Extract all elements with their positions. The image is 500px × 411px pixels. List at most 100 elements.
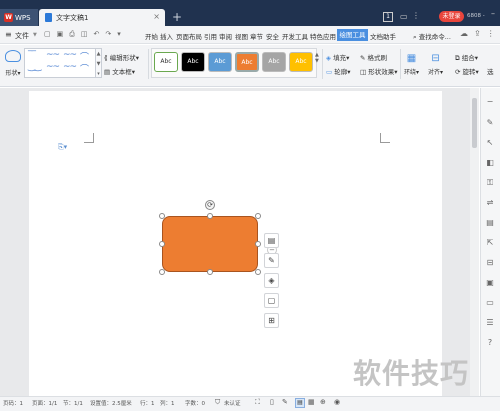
shape-style-6[interactable]: Abc xyxy=(289,52,313,72)
page-view-icon[interactable]: ▯ xyxy=(270,398,274,406)
share-icon[interactable]: ⇪ xyxy=(474,29,481,38)
shape-gallery[interactable]: ‾‾ ~~ ~~ ⌒ ‿‿ ~~ ~~ ⌒ xyxy=(24,48,96,78)
page-count-badge[interactable]: 1 xyxy=(383,12,393,22)
print-preview-icon[interactable]: ◫ xyxy=(81,30,88,39)
gallery-scroll[interactable]: ▲ ▼ ▾ xyxy=(96,48,102,78)
menu-more-icon[interactable]: ⋮ xyxy=(412,11,420,20)
sidebar-expand-icon[interactable]: − xyxy=(485,97,495,107)
fill-button[interactable]: ◈ 填充▾ xyxy=(326,52,349,62)
resize-handle-s[interactable] xyxy=(207,269,213,275)
status-page-count[interactable]: 页面：1/1 xyxy=(32,399,57,407)
shape-style-5[interactable]: Abc xyxy=(262,52,286,72)
sidebar-pen-icon[interactable]: ✎ xyxy=(485,118,495,128)
align-button[interactable]: ⊟ 对齐▾ xyxy=(428,53,443,76)
fullscreen-icon[interactable]: ⛶ xyxy=(255,398,260,407)
new-doc-icon[interactable]: ▢ xyxy=(44,30,51,39)
search-command[interactable]: ⌕ 查找命令... xyxy=(413,31,451,42)
shape-frame-icon[interactable]: ▢ xyxy=(264,293,279,308)
write-mode-icon[interactable]: ✎ xyxy=(282,398,288,406)
menu-features[interactable]: 特色应用 xyxy=(310,31,336,41)
sidebar-image-icon[interactable]: ▣ xyxy=(485,278,495,288)
line-style-icon[interactable]: ‾‾ xyxy=(28,50,36,60)
sidebar-style-icon[interactable]: ◧ xyxy=(485,158,495,168)
sidebar-panel-icon[interactable]: ▭ xyxy=(485,298,495,308)
read-mode-icon[interactable]: ▤ xyxy=(295,398,305,408)
edit-shape-button[interactable]: ⟪ 编辑形状▾ xyxy=(104,52,139,62)
close-tab-icon[interactable]: × xyxy=(153,12,160,21)
resize-handle-se[interactable] xyxy=(255,269,261,275)
sidebar-select-icon[interactable]: ↖ xyxy=(485,138,495,148)
web-view-icon[interactable]: ⊕ xyxy=(320,398,326,406)
wps-app-tab[interactable]: W WPS xyxy=(0,9,38,26)
menu-chapter[interactable]: 章节 xyxy=(250,31,263,41)
shape-effect-button[interactable]: ◫ 形状效果▾ xyxy=(360,66,398,76)
fill-bucket-icon[interactable]: ◈ xyxy=(264,273,279,288)
menu-file[interactable]: 文件 xyxy=(15,31,29,41)
rounded-rectangle-shape[interactable] xyxy=(162,216,258,272)
cloud-sync-icon[interactable]: ☁ xyxy=(460,29,468,38)
sidebar-share-icon[interactable]: ⇱ xyxy=(485,238,495,248)
chevron-down-icon[interactable]: ▼ xyxy=(33,32,37,38)
redo-icon[interactable]: ↷ xyxy=(105,30,111,39)
menu-review[interactable]: 审阅 xyxy=(219,31,232,41)
sidebar-list-icon[interactable]: ☰ xyxy=(485,318,495,328)
hamburger-icon[interactable]: ≡ xyxy=(5,30,12,39)
sidebar-clipboard-icon[interactable]: ▤ xyxy=(485,218,495,228)
menu-security[interactable]: 安全 xyxy=(266,31,279,41)
wrap-button[interactable]: ▦ 环绕▾ xyxy=(404,53,419,76)
paragraph-anchor-icon[interactable]: ⎘▾ xyxy=(58,143,67,152)
layout-options-icon[interactable]: ▤ xyxy=(264,233,279,248)
more-options-icon[interactable]: ⋮ xyxy=(487,29,495,38)
group-button[interactable]: ⧉ 组合▾ xyxy=(455,52,478,63)
shape-button[interactable]: 形状▾ xyxy=(3,50,23,80)
line-style-icon[interactable]: ⌒ xyxy=(80,62,89,75)
line-style-icon[interactable]: ‿‿ xyxy=(28,62,42,72)
select-button[interactable]: 选 xyxy=(487,66,494,76)
menu-page-layout[interactable]: 页面布局 xyxy=(176,31,202,41)
sidebar-grid-icon[interactable]: ⊟ xyxy=(485,258,495,268)
line-style-icon[interactable]: ~~ xyxy=(63,50,77,60)
qat-dropdown-icon[interactable]: ▾ xyxy=(117,30,121,39)
status-page-number[interactable]: 页码：1 xyxy=(3,399,23,407)
menu-references[interactable]: 引用 xyxy=(204,31,217,41)
resize-handle-w[interactable] xyxy=(159,241,165,247)
text-box-button[interactable]: ▤ 文本框▾ xyxy=(104,66,135,76)
outline-pen-icon[interactable]: ✎ xyxy=(264,253,279,268)
line-style-icon[interactable]: ~~ xyxy=(63,62,77,72)
menu-doc-assistant[interactable]: 文档助手 xyxy=(370,31,396,41)
status-word-count[interactable]: 字数：0 xyxy=(185,399,205,407)
tab-drawing-tools[interactable]: 绘图工具 xyxy=(337,29,368,41)
status-auth[interactable]: 未认证 xyxy=(224,399,241,407)
resize-handle-ne[interactable] xyxy=(255,213,261,219)
menu-view[interactable]: 视图 xyxy=(235,31,248,41)
shape-style-1[interactable]: Abc xyxy=(154,52,178,72)
line-style-icon[interactable]: ~~ xyxy=(46,62,60,72)
style-gallery-scroll[interactable]: ▲ ▼ xyxy=(315,52,321,72)
sidebar-filter-icon[interactable]: ⇌ xyxy=(485,198,495,208)
rotate-handle-icon[interactable]: ⟳ xyxy=(205,200,215,210)
minimize-icon[interactable]: – xyxy=(491,9,495,18)
menu-home[interactable]: 开始 xyxy=(145,31,158,41)
skin-icon[interactable]: ▭ xyxy=(400,12,408,21)
scrollbar-thumb[interactable] xyxy=(472,98,477,148)
eye-protect-icon[interactable]: ◉ xyxy=(334,398,340,406)
sidebar-lock-icon[interactable]: ⚿ xyxy=(485,178,495,188)
rotate-button[interactable]: ⟳ 旋转▾ xyxy=(455,66,479,76)
document-tab[interactable]: 文字文稿1 × xyxy=(39,9,165,26)
resize-handle-nw[interactable] xyxy=(159,213,165,219)
outline-button[interactable]: ▭ 轮廓▾ xyxy=(326,66,351,76)
save-icon[interactable]: ▣ xyxy=(57,30,64,39)
resize-handle-sw[interactable] xyxy=(159,269,165,275)
login-button[interactable]: 未登录 xyxy=(439,11,464,22)
shape-picker-icon[interactable]: ⊞ xyxy=(264,313,279,328)
format-painter-button[interactable]: ✎ 格式刷 xyxy=(360,52,387,62)
sidebar-help-icon[interactable]: ? xyxy=(485,338,495,348)
resize-handle-n[interactable] xyxy=(207,213,213,219)
menu-dev-tools[interactable]: 开发工具 xyxy=(282,31,308,41)
resize-handle-e[interactable] xyxy=(255,241,261,247)
new-tab-button[interactable]: + xyxy=(172,10,182,24)
shape-style-2[interactable]: Abc xyxy=(181,52,205,72)
shape-style-3[interactable]: Abc xyxy=(208,52,232,72)
shape-style-4[interactable]: Abc xyxy=(235,52,259,72)
line-style-icon[interactable]: ~~ xyxy=(46,50,60,60)
